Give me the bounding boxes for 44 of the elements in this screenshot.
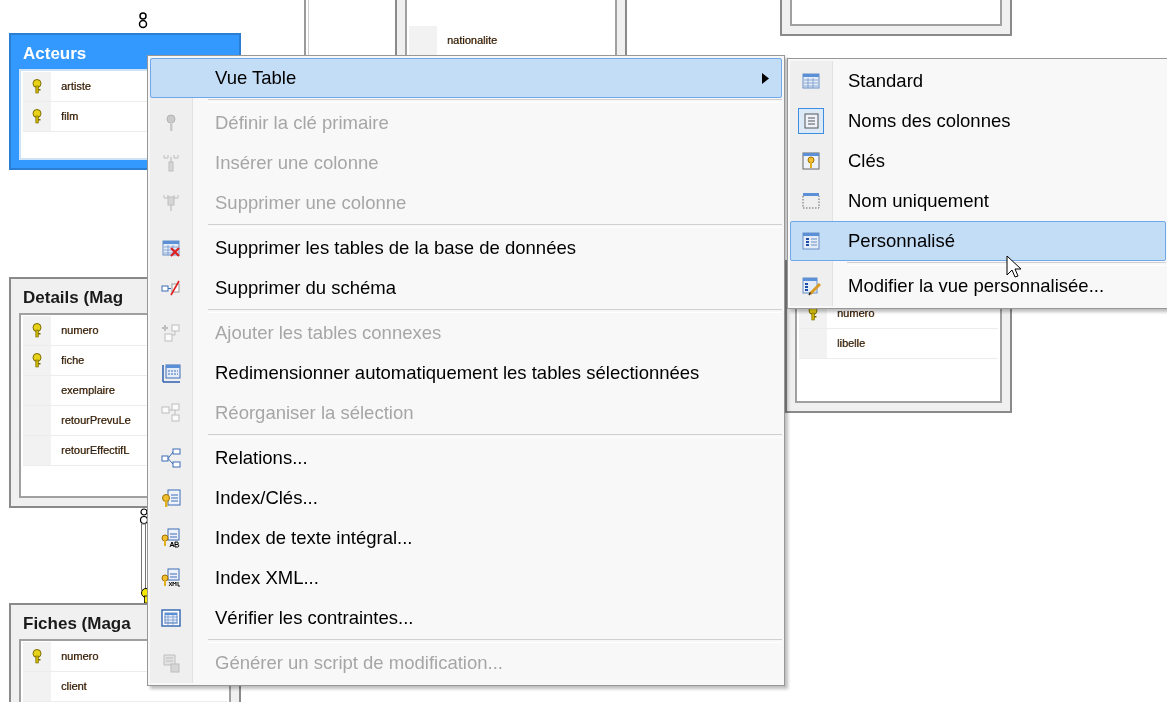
column-name: numero [837,306,875,321]
column-name: retourEffectifL [61,443,130,458]
column-name: numero [61,323,99,338]
script-icon [161,653,181,673]
key-icon [32,79,42,94]
menu-item[interactable]: Vue Table [150,58,782,98]
submenu-arrow-icon [762,73,769,84]
column-name: nationalite [447,33,498,48]
index-key-icon [161,488,181,508]
key-icon [32,353,42,368]
column-insert-icon [161,153,181,173]
table-delete-icon [161,238,181,258]
column-name: retourPrevuLe [61,413,131,428]
menu-item[interactable]: Index XML... [150,558,782,598]
column-name: artiste [61,79,91,94]
table-title: Details (Mag [22,287,124,309]
column-remove-icon [161,193,181,213]
column-name: libelle [837,336,866,351]
pointer-cursor-icon [1006,255,1022,279]
table-title: Acteurs [22,43,87,65]
table-title: Fiches (Maga [22,613,131,635]
xml-index-icon [161,568,181,588]
key-icon [32,323,42,338]
tables-arrange-icon [161,403,181,423]
menu-item[interactable]: Personnalisé [790,221,1166,261]
menu-item[interactable]: Noms des colonnes [790,101,1166,141]
key-icon [32,649,42,664]
tables-add-icon [161,323,181,343]
column-name: fiche [61,353,85,368]
menu-item[interactable]: Standard [790,61,1166,101]
key-icon [32,109,42,124]
menu-item[interactable]: Supprimer les tables de la base de données [150,228,782,268]
menu-item[interactable]: Clés [790,141,1166,181]
diagram-remove-icon [161,278,181,298]
table-resize-icon [161,363,181,383]
column-name: exemplaire [61,383,115,398]
menu-item[interactable]: Nom uniquement [790,181,1166,221]
menu-item[interactable]: Index de texte intégral... [150,518,782,558]
column-name: client [61,679,87,694]
column-name: numero [61,649,99,664]
relationship-icon [161,448,181,468]
fulltext-index-icon [161,528,181,548]
table-check-icon [161,608,181,628]
column-name: film [61,109,79,124]
